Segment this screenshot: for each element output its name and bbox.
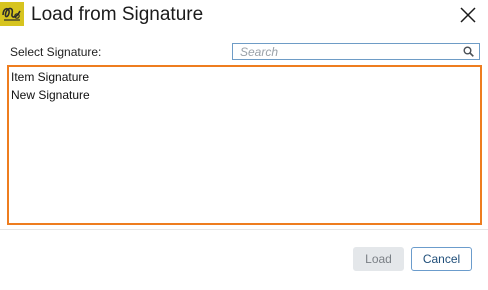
load-button[interactable]: Load xyxy=(353,247,404,271)
list-item-new-signature[interactable]: New Signature xyxy=(11,86,90,104)
dialog-title: Load from Signature xyxy=(31,4,204,25)
close-icon xyxy=(460,7,476,23)
footer-divider xyxy=(0,229,488,230)
search-box[interactable] xyxy=(232,43,480,60)
cancel-button[interactable]: Cancel xyxy=(411,247,472,271)
signature-list[interactable]: Item Signature New Signature xyxy=(7,65,482,225)
select-signature-label: Select Signature: xyxy=(10,45,102,59)
search-input[interactable] xyxy=(240,44,460,59)
list-item-item-signature[interactable]: Item Signature xyxy=(11,68,89,86)
search-icon[interactable] xyxy=(463,46,474,57)
title-bar: Load from Signature xyxy=(0,0,488,30)
signature-app-icon xyxy=(0,2,24,26)
close-button[interactable] xyxy=(455,2,481,28)
